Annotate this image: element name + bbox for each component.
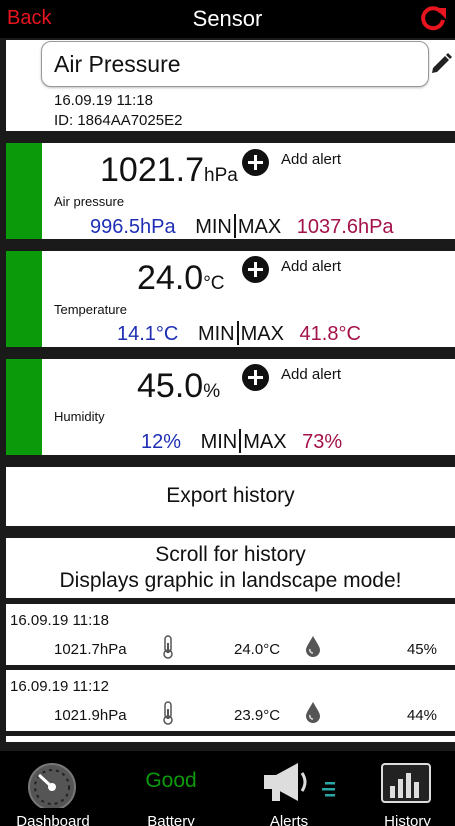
sensor-date: 16.09.19 11:18 xyxy=(54,92,153,109)
pressure-value: 1021.7hPa xyxy=(100,151,238,189)
refresh-icon[interactable] xyxy=(419,6,447,32)
pressure-card: 1021.7hPa Add alert Air pressure 996.5hP… xyxy=(6,143,455,239)
app-header: Back Sensor xyxy=(0,0,455,38)
temperature-max: 41.8°C xyxy=(299,323,361,345)
temperature-unit: °C xyxy=(203,273,225,294)
history-temperature: 23.9°C xyxy=(234,707,281,724)
thermometer-icon xyxy=(163,701,173,725)
temperature-min: 14.1°C xyxy=(117,323,179,345)
status-bar xyxy=(6,143,42,239)
pressure-max: 1037.6hPa xyxy=(296,216,394,238)
history-humidity: 45% xyxy=(406,641,437,658)
temperature-value: 24.0°C xyxy=(137,259,225,297)
pressure-label: Air pressure xyxy=(54,194,125,209)
add-alert-pressure-plus-icon[interactable] xyxy=(242,149,269,176)
humidity-max: 73% xyxy=(302,431,343,453)
scroll-info-line1: Scroll for history xyxy=(155,543,306,566)
add-alert-temperature-plus-icon[interactable] xyxy=(242,256,269,283)
pressure-unit: hPa xyxy=(204,165,238,186)
add-alert-humidity-plus-icon[interactable] xyxy=(242,364,269,391)
status-bar xyxy=(6,359,42,455)
temperature-minmax: 14.1°C MIN MAX 41.8°C xyxy=(117,321,361,345)
nav-history-label: History xyxy=(384,813,431,826)
humidity-unit: % xyxy=(203,381,221,402)
status-bar xyxy=(6,251,42,347)
humidity-card: 45.0% Add alert Humidity 12% MIN MAX 73% xyxy=(6,359,455,455)
history-row: 16.09.19 11:12 1021.9hPa 23.9°C 44% xyxy=(6,670,455,731)
history-date: 16.09.19 11:18 xyxy=(10,612,109,629)
temperature-card: 24.0°C Add alert Temperature 14.1°C MIN M… xyxy=(6,251,455,347)
humidity-min: 12% xyxy=(141,431,182,453)
nav-battery-label: Battery xyxy=(147,813,195,826)
history-humidity: 44% xyxy=(406,707,437,724)
drop-icon xyxy=(306,636,320,657)
history-row-partial xyxy=(6,736,455,742)
nav-history[interactable]: History xyxy=(360,751,455,826)
pressure-minmax: 996.5hPa MIN MAX 1037.6hPa xyxy=(90,214,394,238)
scroll-info-line2: Displays graphic in landscape mode! xyxy=(59,569,402,592)
nav-dashboard[interactable]: Dashboard xyxy=(0,751,106,826)
temperature-label: Temperature xyxy=(54,302,127,317)
add-alert-temperature[interactable]: Add alert xyxy=(281,258,341,275)
scroll-info: Scroll for history Displays graphic in l… xyxy=(6,538,455,598)
nav-alerts-label: Alerts xyxy=(269,813,309,826)
history-pressure: 1021.9hPa xyxy=(54,707,127,724)
pencil-icon[interactable] xyxy=(429,52,453,76)
gauge-icon xyxy=(28,763,76,808)
battery-status: Good xyxy=(145,769,197,792)
nav-dashboard-label: Dashboard xyxy=(16,813,90,826)
history-pressure: 1021.7hPa xyxy=(54,641,127,658)
bottom-nav: Dashboard Good Battery Alerts History xyxy=(0,751,455,826)
add-alert-humidity[interactable]: Add alert xyxy=(281,366,341,383)
add-alert-pressure[interactable]: Add alert xyxy=(281,151,341,168)
sensor-name-input[interactable] xyxy=(41,41,429,87)
history-temperature: 24.0°C xyxy=(234,641,281,658)
pressure-min: 996.5hPa xyxy=(90,216,176,238)
page-title: Sensor xyxy=(192,6,263,31)
sensor-id: ID: 1864AA7025E2 xyxy=(54,112,183,129)
humidity-minmax: 12% MIN MAX 73% xyxy=(141,429,343,453)
humidity-label: Humidity xyxy=(54,409,105,424)
nav-battery[interactable]: Good Battery xyxy=(122,751,220,826)
megaphone-icon xyxy=(264,763,307,801)
alerts-indicator-icon xyxy=(322,782,335,797)
nav-alerts[interactable]: Alerts xyxy=(244,751,335,826)
humidity-value: 45.0% xyxy=(137,367,221,405)
export-history-button[interactable]: Export history xyxy=(6,467,455,526)
sensor-info-card: 16.09.19 11:18 ID: 1864AA7025E2 xyxy=(6,40,455,131)
drop-icon xyxy=(306,702,320,723)
history-row: 16.09.19 11:18 1021.7hPa 24.0°C 45% xyxy=(6,604,455,665)
history-date: 16.09.19 11:12 xyxy=(10,678,109,695)
chart-icon xyxy=(381,763,431,803)
thermometer-icon xyxy=(163,635,173,659)
